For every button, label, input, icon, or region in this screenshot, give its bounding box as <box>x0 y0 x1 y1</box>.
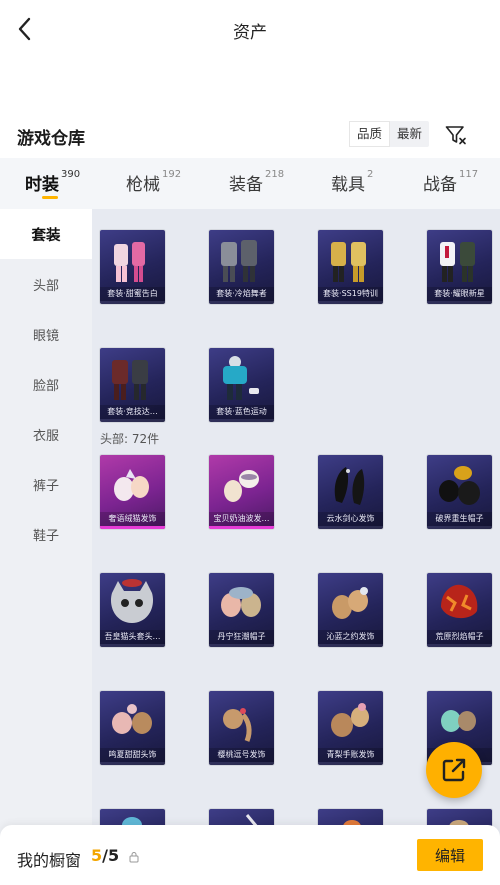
hair-accessory-icon <box>114 469 149 501</box>
filter-button[interactable] <box>442 121 470 149</box>
edit-button[interactable]: 编辑 <box>417 839 483 871</box>
cat-hood-icon <box>110 579 154 623</box>
item-label: 套装·SS19特训 <box>318 287 383 301</box>
hair-accessory-icon <box>331 703 369 737</box>
item-label: 丹宁狂潮帽子 <box>209 630 274 644</box>
tab-supplies[interactable]: 战备 117 <box>423 169 479 195</box>
item-label: 套装·耀眼新星 <box>427 287 492 301</box>
showcase-label: 我的橱窗 <box>17 851 82 870</box>
tab-guns[interactable]: 枪械 192 <box>126 169 182 195</box>
sidebar: 套装 头部 眼镜 脸部 衣服 裤子 鞋子 <box>0 209 92 885</box>
tab-count: 2 <box>367 169 374 180</box>
sidebar-item-glasses[interactable]: 眼镜 <box>0 309 92 359</box>
item-label: 吾皇猫头套头… <box>100 630 165 644</box>
head-item[interactable]: 樱桃逗号发饰 <box>209 691 274 765</box>
item-label: 套装·甜蜜告白 <box>100 287 165 301</box>
sidebar-item-shoes[interactable]: 鞋子 <box>0 509 92 559</box>
share-icon <box>442 758 466 782</box>
head-section-title: 头部: 72件 <box>100 432 160 446</box>
sort-quality-option[interactable]: 品质 <box>349 121 391 147</box>
tab-vehicles[interactable]: 载具 2 <box>331 169 374 195</box>
outfit-item[interactable]: 套装·甜蜜告白 <box>100 230 165 304</box>
outfit-icon <box>114 242 145 282</box>
item-label: 宝贝奶油波发… <box>209 512 274 526</box>
head-item[interactable]: 沁蓝之约发饰 <box>318 573 383 647</box>
hair-accessory-icon <box>441 710 476 732</box>
tab-count: 192 <box>162 169 182 180</box>
tab-label: 装备 <box>229 175 263 195</box>
head-item[interactable]: 破界重生帽子 <box>427 455 492 529</box>
head-item[interactable]: 青梨手账发饰 <box>318 691 383 765</box>
tab-label: 战备 <box>423 175 457 195</box>
filter-icon <box>445 126 466 145</box>
head-item[interactable]: 云水剑心发饰 <box>318 455 383 529</box>
tab-label: 时装 <box>25 175 59 195</box>
tab-equipment[interactable]: 装备 218 <box>229 169 285 195</box>
top-bar: 资产 <box>0 0 500 60</box>
head-item[interactable]: 荒原烈焰帽子 <box>427 573 492 647</box>
sidebar-item-head[interactable]: 头部 <box>0 259 92 309</box>
head-item[interactable]: 奢语绒猫发饰 <box>100 455 165 529</box>
item-label: 沁蓝之约发饰 <box>318 630 383 644</box>
lock-icon <box>129 852 139 863</box>
tab-count: 390 <box>61 169 81 180</box>
showcase-current: 5 <box>91 846 103 865</box>
active-tab-indicator <box>42 196 58 199</box>
outfit-icon <box>112 360 148 400</box>
head-item[interactable]: 鸣夏甜甜头饰 <box>100 691 165 765</box>
hat-icon <box>441 584 478 619</box>
hair-accessory-icon <box>223 708 252 742</box>
section-title: 游戏仓库 <box>17 129 85 149</box>
item-label: 套装·冷焰舞者 <box>209 287 274 301</box>
hair-accessory-icon <box>332 587 368 619</box>
item-label: 樱桃逗号发饰 <box>209 748 274 762</box>
sidebar-item-pants[interactable]: 裤子 <box>0 459 92 509</box>
outfit-icon <box>223 356 259 400</box>
sidebar-item-face[interactable]: 脸部 <box>0 359 92 409</box>
hair-accessory-icon <box>334 467 365 505</box>
tab-count: 218 <box>265 169 285 180</box>
tab-label: 枪械 <box>126 175 160 195</box>
hair-accessory-icon <box>221 587 261 617</box>
item-label: 云水剑心发饰 <box>318 512 383 526</box>
showcase-count: 5/5 <box>91 846 119 865</box>
outfit-item[interactable]: 套装·冷焰舞者 <box>209 230 274 304</box>
sort-latest-option[interactable]: 最新 <box>390 121 429 147</box>
hat-icon <box>439 466 480 505</box>
item-label: 鸣夏甜甜头饰 <box>100 748 165 762</box>
sort-toggle: 品质 最新 <box>349 121 430 147</box>
item-label: 荒原烈焰帽子 <box>427 630 492 644</box>
sidebar-item-clothes[interactable]: 衣服 <box>0 409 92 459</box>
sidebar-item-outfits[interactable]: 套装 <box>0 209 92 259</box>
showcase-bar: 我的橱窗 5/5 编辑 <box>0 825 500 885</box>
head-item[interactable]: 丹宁狂潮帽子 <box>209 573 274 647</box>
showcase-total: /5 <box>102 846 120 865</box>
outfit-icon <box>221 240 257 282</box>
tab-fashion[interactable]: 时装 390 <box>25 169 81 195</box>
outfit-item[interactable]: 套装·SS19特训 <box>318 230 383 304</box>
item-label: 奢语绒猫发饰 <box>100 512 165 526</box>
share-button[interactable] <box>426 742 482 798</box>
category-tabs: 时装 390 枪械 192 装备 218 载具 2 战备 117 <box>0 158 500 209</box>
item-label: 破界重生帽子 <box>427 512 492 526</box>
item-label: 青梨手账发饰 <box>318 748 383 762</box>
head-item[interactable]: 宝贝奶油波发… <box>209 455 274 529</box>
outfit-item[interactable]: 套装·耀眼新星 <box>427 230 492 304</box>
outfit-icon <box>331 242 366 282</box>
tab-label: 载具 <box>331 175 365 195</box>
app: 资产 游戏仓库 品质 最新 时装 390 枪械 192 装备 218 载具 2 … <box>0 0 500 885</box>
page-title: 资产 <box>233 23 267 43</box>
item-label: 套装·竞技达… <box>100 405 165 419</box>
hair-accessory-icon <box>112 704 152 734</box>
outfit-item[interactable]: 套装·蓝色运动 <box>209 348 274 422</box>
warehouse-header: 游戏仓库 品质 最新 <box>0 118 500 152</box>
tab-count: 117 <box>459 169 479 180</box>
hair-accessory-icon <box>224 470 259 502</box>
head-item[interactable]: 吾皇猫头套头… <box>100 573 165 647</box>
item-label: 套装·蓝色运动 <box>209 405 274 419</box>
outfit-item[interactable]: 套装·竞技达… <box>100 348 165 422</box>
outfit-icon <box>440 242 475 282</box>
